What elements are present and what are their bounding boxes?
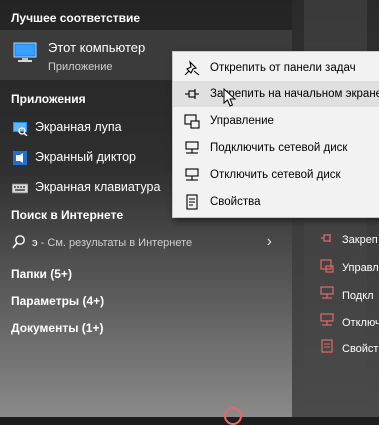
preview-action-properties[interactable]: Свойст [342,343,378,355]
preview-action-pin[interactable]: Закреп [342,234,378,246]
preview-action-manage[interactable]: Управл [342,262,379,274]
properties-icon [321,339,333,353]
folders-category[interactable]: Папки (5+) [11,267,72,281]
preview-action-disconnect[interactable]: Отключ [342,317,379,329]
app-label-keyboard: Экранная клавиатура [35,180,161,194]
chevron-right-icon[interactable]: › [267,233,272,251]
properties-icon [186,194,198,210]
disconnect-drive-icon [185,168,199,181]
ctx-disconnect-drive[interactable]: Отключить сетевой диск [173,162,379,188]
disconnect-drive-icon [320,313,334,326]
app-label-magnifier: Экранная лупа [35,120,122,134]
best-match-title: Этот компьютер [48,40,146,55]
partial-circle-icon [224,407,242,425]
web-search-header: Поиск в Интернете [11,208,124,222]
map-drive-icon [185,141,199,154]
mouse-cursor-icon [223,88,237,107]
ctx-pin-start[interactable]: Закрепить на начальном экране [173,81,379,107]
apps-header: Приложения [11,92,86,106]
ctx-unpin-taskbar-label: Открепить от панели задач [210,62,356,74]
narrator-icon [13,151,27,165]
ctx-properties[interactable]: Свойства [173,189,379,215]
manage-icon [184,114,200,129]
ctx-unpin-taskbar[interactable]: Открепить от панели задач [173,55,379,81]
app-label-narrator: Экранный диктор [35,150,136,164]
ctx-properties-label: Свойства [210,196,261,208]
pin-icon [321,234,331,242]
search-icon [12,235,25,249]
ctx-manage[interactable]: Управление [173,108,379,134]
web-search-text: э - См. результаты в Интернете [32,237,192,249]
preview-action-map-drive[interactable]: Подкл [342,290,374,302]
context-menu: Открепить от панели задач Закрепить на н… [172,51,379,218]
map-drive-icon [320,286,334,299]
unpin-icon [184,60,200,76]
documents-category[interactable]: Документы (1+) [11,321,103,335]
best-match-subtitle: Приложение [48,61,113,73]
web-search-suffix: - См. результаты в Интернете [37,237,193,249]
best-match-header: Лучшее соответствие [11,11,141,25]
keyboard-icon [12,183,28,194]
ctx-map-drive-label: Подключить сетевой диск [210,142,348,154]
this-pc-icon [13,42,37,62]
ctx-manage-label: Управление [210,115,274,127]
manage-icon [320,259,334,273]
ctx-map-drive[interactable]: Подключить сетевой диск [173,135,379,161]
web-search-item[interactable]: э - См. результаты в Интернете › [0,229,292,257]
magnifier-icon [13,122,28,136]
pin-icon [185,89,199,99]
settings-category[interactable]: Параметры (4+) [11,294,104,308]
ctx-disconnect-drive-label: Отключить сетевой диск [210,169,341,181]
